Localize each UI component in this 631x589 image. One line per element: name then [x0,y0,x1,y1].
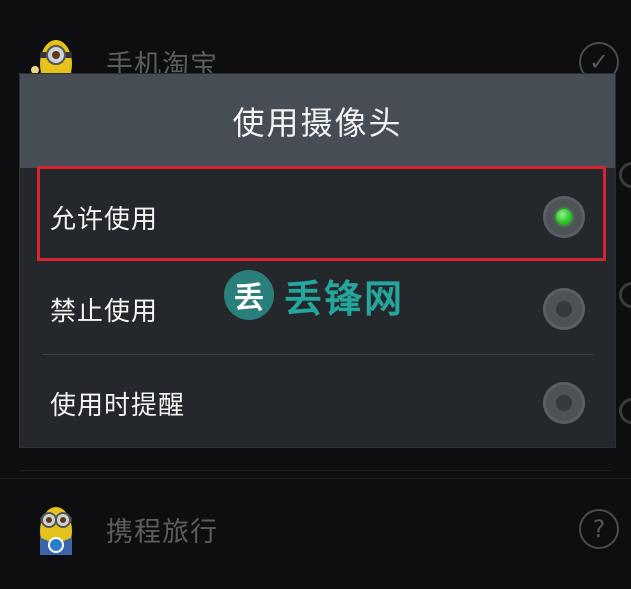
app-name: 携程旅行 [106,516,218,548]
option-ask-when-using[interactable]: 使用时提醒 [20,356,615,450]
radio-button[interactable] [543,288,585,330]
option-allow[interactable]: 允许使用 [20,170,615,264]
dialog-header: 使用摄像头 [20,74,615,168]
radio-edge-icon [619,282,631,308]
minion-app-icon [40,507,72,555]
list-divider [20,470,611,471]
option-deny[interactable]: 禁止使用 [20,262,615,356]
radio-dot-icon [556,395,572,411]
radio-dot-icon [556,301,572,317]
radio-edge-icon [619,162,631,188]
radio-button-checked[interactable] [543,196,585,238]
radio-edge-icon [619,398,631,424]
option-divider [42,354,593,355]
option-label: 使用时提醒 [50,390,186,421]
option-label: 允许使用 [50,204,159,235]
option-label: 禁止使用 [50,296,159,327]
dialog-title: 使用摄像头 [232,104,403,142]
radio-dot-icon [556,209,572,225]
question-circle-icon[interactable]: ? [579,509,619,549]
list-item[interactable]: 携程旅行 ? [0,478,631,579]
radio-button[interactable] [543,382,585,424]
camera-permission-dialog: 使用摄像头 允许使用 禁止使用 使用时提醒 [20,74,615,447]
